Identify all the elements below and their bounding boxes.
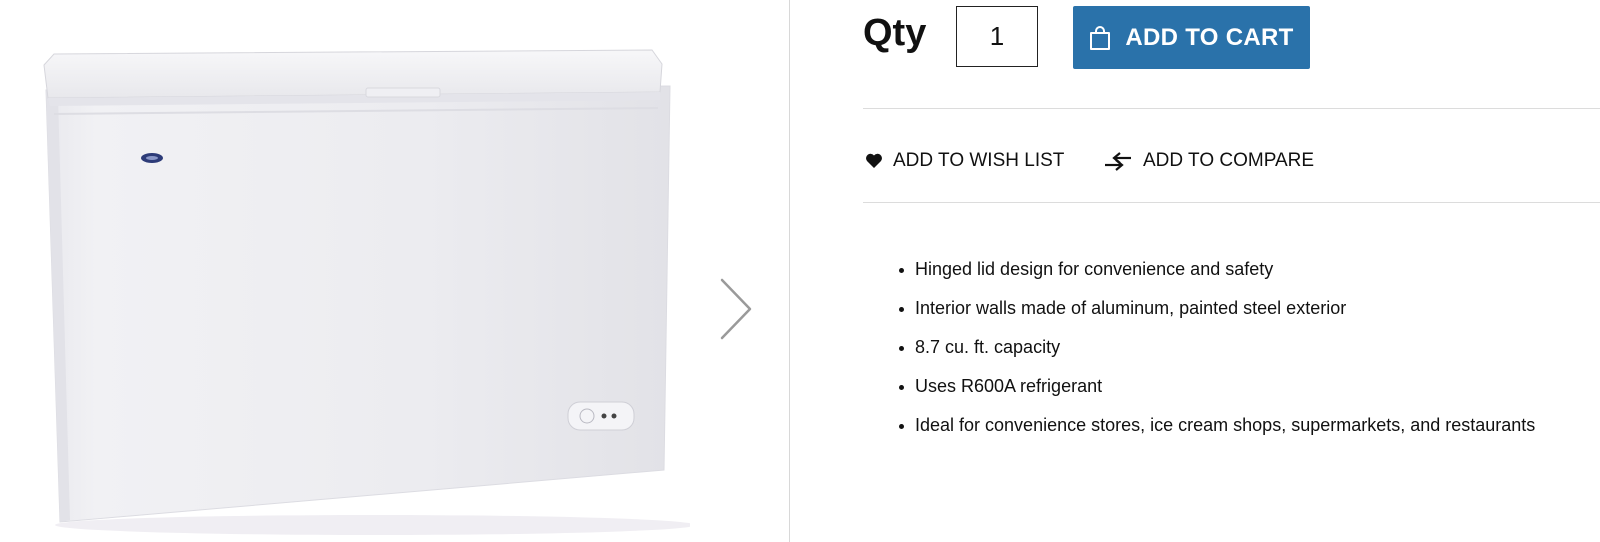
feature-list: Hinged lid design for convenience and sa… — [898, 250, 1535, 445]
chevron-right-icon[interactable] — [716, 276, 756, 342]
add-to-cart-button[interactable]: ADD TO CART — [1073, 6, 1310, 69]
feature-item: Hinged lid design for convenience and sa… — [898, 250, 1535, 289]
shopping-bag-icon — [1089, 25, 1111, 51]
product-gallery — [0, 0, 789, 542]
qty-label: Qty — [863, 12, 927, 54]
qty-input[interactable] — [956, 6, 1038, 67]
feature-item: 8.7 cu. ft. capacity — [898, 328, 1535, 367]
gallery-divider — [789, 0, 790, 542]
divider — [863, 108, 1600, 109]
feature-item: Interior walls made of aluminum, painted… — [898, 289, 1535, 328]
wishlist-label: ADD TO WISH LIST — [893, 150, 1065, 171]
add-to-cart-label: ADD TO CART — [1125, 23, 1294, 51]
divider — [863, 202, 1600, 203]
product-page: Qty ADD TO CART ADD TO WISH LIST — [0, 0, 1600, 542]
heart-icon — [865, 153, 883, 169]
product-image — [43, 49, 690, 535]
feature-item: Uses R600A refrigerant — [898, 367, 1535, 406]
compare-arrows-icon — [1103, 150, 1133, 172]
add-to-wishlist-link[interactable]: ADD TO WISH LIST — [865, 150, 1064, 172]
add-to-compare-link[interactable]: ADD TO COMPARE — [1103, 150, 1314, 172]
feature-item: Ideal for convenience stores, ice cream … — [898, 406, 1535, 445]
compare-label: ADD TO COMPARE — [1143, 150, 1315, 171]
